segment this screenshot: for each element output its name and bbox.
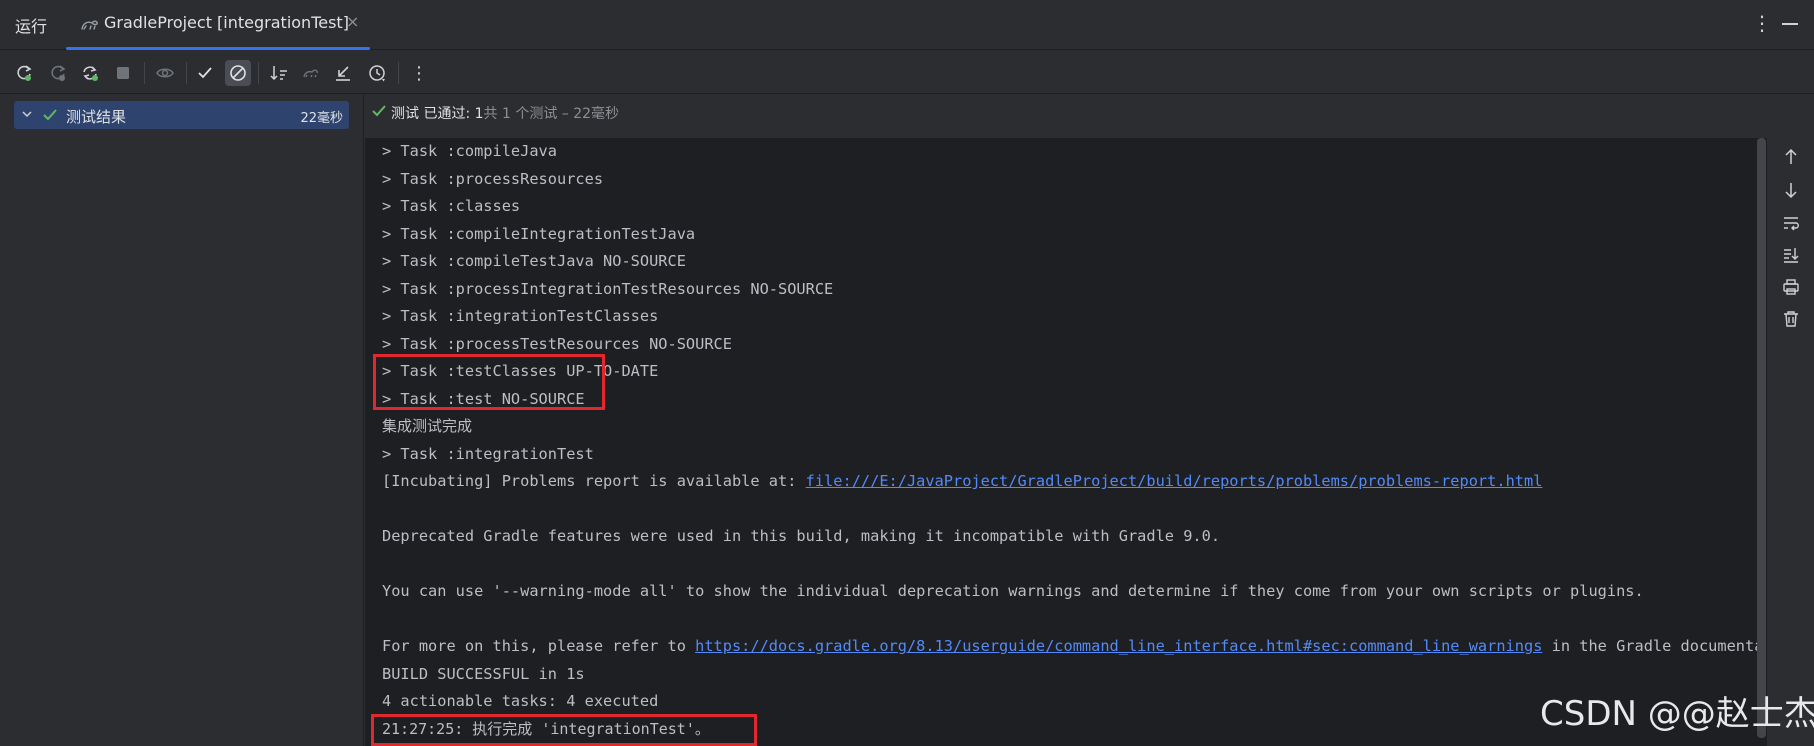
console-line: > Task :compileIntegrationTestJava: [382, 224, 696, 243]
show-passed-icon[interactable]: [192, 60, 218, 86]
tree-node-label: 测试结果: [66, 108, 127, 126]
test-passed-icon: [42, 107, 58, 123]
console-line-refer: For more on this, please refer to https:…: [382, 633, 1762, 661]
problems-report-text: [Incubating] Problems report is availabl…: [382, 472, 806, 490]
console-scrollbar[interactable]: [1757, 138, 1766, 738]
console-line-integration-done: 集成测试完成: [382, 417, 473, 435]
print-icon[interactable]: [1780, 276, 1802, 298]
csdn-watermark: CSDN @@赵士杰: [1540, 694, 1814, 734]
soft-wrap-icon[interactable]: [1780, 212, 1802, 234]
more-options-icon[interactable]: ⋮: [1752, 11, 1772, 35]
highlight-box-integration-test: [373, 354, 605, 410]
console-line: > Task :compileTestJava NO-SOURCE: [382, 252, 686, 270]
run-tool-window-header: 运行 GradleProject [integrationTest] × ⋮: [0, 0, 1814, 50]
test-status-text: 测试 已通过: 1共 1 个测试 – 22毫秒: [391, 103, 619, 123]
chevron-down-icon[interactable]: [20, 107, 34, 121]
rerun-icon[interactable]: [11, 60, 37, 86]
console-line: > Task :compileJava: [382, 142, 557, 160]
gradle-docs-link[interactable]: https://docs.gradle.org/8.13/userguide/c…: [695, 637, 1542, 655]
console-line: > Task :integrationTest: [382, 444, 594, 463]
down-arrow-icon[interactable]: [1780, 179, 1802, 201]
minimize-icon[interactable]: [1782, 23, 1798, 25]
status-summary: 共 1 个测试 – 22毫秒: [483, 106, 620, 122]
run-panel-title: 运行: [15, 17, 48, 36]
console-line-warning-mode: You can use '--warning-mode all' to show…: [382, 582, 1644, 600]
toggle-auto-test-icon[interactable]: [77, 60, 103, 86]
console-output[interactable]: > Task :compileJava > Task :processResou…: [365, 138, 1766, 746]
collapse-icon[interactable]: [330, 60, 356, 86]
toolbar-separator: [398, 62, 399, 84]
more-icon[interactable]: ⋮: [406, 60, 432, 86]
refer-text: For more on this, please refer to: [382, 637, 696, 655]
tree-node-duration: 22毫秒: [300, 111, 343, 126]
close-tab-icon[interactable]: ×: [346, 12, 359, 31]
scroll-to-end-icon[interactable]: [1780, 244, 1802, 266]
console-lines: > Task :compileJava > Task :processResou…: [382, 138, 1762, 743]
gradle-icon: [80, 15, 100, 33]
test-results-tree: 测试结果 22毫秒: [0, 94, 364, 746]
console-line-problems-report: [Incubating] Problems report is availabl…: [382, 468, 1762, 496]
passed-check-icon: [371, 103, 387, 119]
up-arrow-icon[interactable]: [1780, 146, 1802, 168]
import-tests-icon[interactable]: [298, 60, 324, 86]
toolbar-separator: [258, 62, 259, 84]
stop-icon[interactable]: [110, 60, 136, 86]
tab-gradle-integration-test[interactable]: GradleProject [integrationTest] ×: [66, 0, 370, 50]
status-passed-count: 测试 已通过: 1: [391, 106, 484, 122]
console-line: > Task :classes: [382, 197, 521, 215]
test-status-bar: 测试 已通过: 1共 1 个测试 – 22毫秒: [365, 94, 1766, 138]
rerun-failed-icon[interactable]: [45, 60, 71, 86]
show-ignored-icon[interactable]: [152, 60, 178, 86]
refer-suffix-text: in the Gradle documentation.: [1551, 637, 1762, 655]
console-line: > Task :processIntegrationTestResources …: [382, 279, 834, 298]
history-icon[interactable]: [364, 60, 390, 86]
show-ignored-toggle-icon[interactable]: [225, 60, 251, 86]
console-line: > Task :processResources: [382, 169, 604, 188]
highlight-box-finished: [371, 714, 757, 746]
console-side-toolbar: [1766, 138, 1814, 746]
run-toolbar: ⋮: [0, 50, 1814, 94]
console-line: > Task :integrationTestClasses: [382, 307, 659, 325]
console-line-deprecated: Deprecated Gradle features were used in …: [382, 527, 1221, 545]
console-line-build-result: BUILD SUCCESSFUL in 1s: [382, 664, 585, 683]
problems-report-link[interactable]: file:///E:/JavaProject/GradleProject/bui…: [806, 472, 1543, 490]
clear-all-icon[interactable]: [1780, 308, 1802, 330]
sort-icon[interactable]: [266, 60, 292, 86]
tree-node-test-results[interactable]: 测试结果 22毫秒: [14, 101, 349, 129]
tab-title: GradleProject [integrationTest]: [104, 13, 349, 32]
toolbar-separator: [144, 62, 145, 84]
toolbar-separator: [186, 62, 187, 84]
